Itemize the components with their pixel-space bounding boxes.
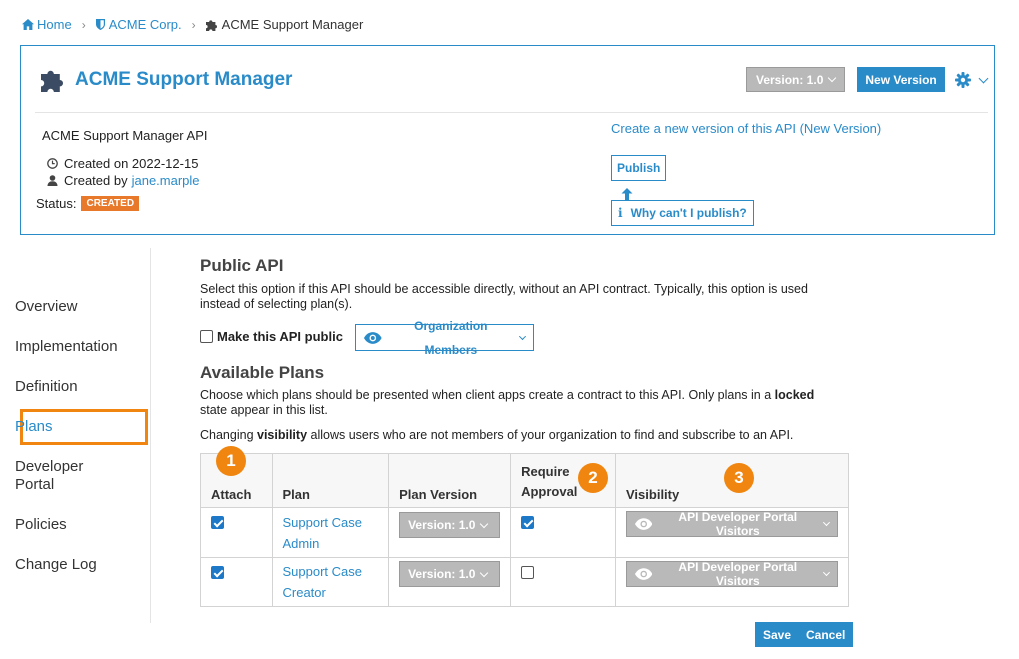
gear-icon bbox=[954, 71, 971, 88]
marker-1: 1 bbox=[216, 446, 246, 476]
shield-icon bbox=[95, 19, 105, 30]
chevron-down-icon bbox=[823, 569, 831, 576]
status-row: Status: CREATED bbox=[36, 196, 140, 211]
settings-dropdown[interactable] bbox=[954, 71, 989, 88]
column-plan-version: Plan Version bbox=[388, 453, 512, 508]
home-link[interactable]: Home bbox=[22, 17, 72, 32]
chevron-down-icon bbox=[480, 568, 489, 577]
eye-icon bbox=[364, 331, 382, 344]
plan-version-dropdown[interactable]: Version: 1.0 bbox=[399, 512, 501, 538]
public-api-description: Select this option if this API should be… bbox=[200, 282, 808, 311]
create-version-link[interactable]: Create a new version of this API (New Ve… bbox=[611, 121, 881, 136]
why-cant-publish-button[interactable]: i Why can't I publish? bbox=[611, 200, 754, 226]
created-on: Created on 2022-12-15 bbox=[47, 156, 198, 171]
sidebar-item-plans[interactable]: Plans bbox=[15, 418, 53, 436]
clock-icon bbox=[47, 158, 58, 169]
user-icon bbox=[47, 175, 58, 186]
org-link[interactable]: ACME Corp. bbox=[95, 17, 182, 32]
plan-link[interactable]: Support Case Admin bbox=[283, 515, 363, 551]
chevron-down-icon bbox=[519, 332, 527, 340]
chevron-down-icon bbox=[480, 519, 489, 528]
require-approval-checkbox[interactable] bbox=[521, 566, 535, 579]
api-description: ACME Support Manager API bbox=[42, 128, 208, 143]
status-badge: CREATED bbox=[81, 196, 140, 211]
arrow-up-icon bbox=[621, 188, 633, 200]
make-public-row: Make this API public bbox=[200, 329, 343, 344]
public-api-section: Public API Select this option if this AP… bbox=[200, 256, 850, 312]
api-header-panel: ACME Support Manager Version: 1.0 New Ve… bbox=[20, 45, 995, 235]
save-button[interactable]: Save bbox=[755, 622, 800, 647]
info-icon: i bbox=[618, 206, 623, 220]
organization-members-dropdown[interactable]: Organization Members bbox=[355, 319, 534, 357]
chevron-right-icon: › bbox=[191, 17, 196, 32]
divider bbox=[35, 112, 988, 113]
attach-checkbox[interactable] bbox=[211, 516, 224, 529]
cancel-button[interactable]: Cancel bbox=[798, 622, 854, 647]
home-icon bbox=[22, 19, 34, 30]
require-approval-checkbox[interactable] bbox=[521, 516, 535, 529]
chevron-down-icon bbox=[823, 519, 831, 526]
plans-description: Choose which plans should be presented w… bbox=[200, 388, 815, 417]
visibility-dropdown[interactable]: API Developer Portal Visitors bbox=[626, 510, 838, 538]
table-row: Support Case Creator Version: 1.0 API Dev… bbox=[200, 557, 849, 607]
sidebar-item-policies[interactable]: Policies bbox=[15, 516, 67, 534]
breadcrumb-current: ACME Support Manager bbox=[205, 17, 363, 32]
chevron-down-icon bbox=[978, 73, 989, 83]
sidebar-item-implementation[interactable]: Implementation bbox=[15, 338, 118, 356]
sidebar-item-developer-portal[interactable]: Developer Portal bbox=[15, 458, 83, 494]
eye-icon bbox=[635, 568, 653, 580]
chevron-right-icon: › bbox=[81, 17, 86, 32]
breadcrumb: Home › ACME Corp. › ACME Support Manager bbox=[22, 17, 363, 32]
table-row: Support Case Admin Version: 1.0 API Devel… bbox=[200, 507, 849, 558]
eye-icon bbox=[635, 518, 653, 530]
publish-button[interactable]: Publish bbox=[611, 155, 667, 181]
sidebar-item-change-log[interactable]: Change Log bbox=[15, 556, 97, 574]
sidebar-item-definition[interactable]: Definition bbox=[15, 378, 78, 396]
marker-3: 3 bbox=[724, 463, 754, 493]
created-by: Created by jane.marple bbox=[47, 173, 200, 188]
plan-link[interactable]: Support Case Creator bbox=[283, 564, 363, 600]
visibility-note: Changing visibility allows users who are… bbox=[200, 428, 794, 442]
version-dropdown[interactable]: Version: 1.0 bbox=[746, 67, 846, 92]
attach-checkbox[interactable] bbox=[211, 566, 224, 579]
sidebar-item-overview[interactable]: Overview bbox=[15, 298, 78, 316]
make-public-checkbox[interactable] bbox=[200, 330, 213, 343]
page-title: ACME Support Manager bbox=[75, 69, 293, 90]
available-plans-heading: Available Plans bbox=[200, 363, 325, 382]
api-title: ACME Support Manager bbox=[41, 68, 292, 92]
public-api-heading: Public API bbox=[200, 256, 284, 275]
puzzle-icon bbox=[205, 19, 217, 31]
marker-2: 2 bbox=[578, 463, 608, 493]
puzzle-icon bbox=[41, 70, 63, 92]
creator-link[interactable]: jane.marple bbox=[132, 173, 200, 188]
plan-version-dropdown[interactable]: Version: 1.0 bbox=[399, 561, 501, 587]
new-version-button[interactable]: New Version bbox=[857, 67, 945, 92]
chevron-down-icon bbox=[828, 73, 837, 83]
visibility-dropdown[interactable]: API Developer Portal Visitors bbox=[626, 560, 838, 588]
column-plan: Plan bbox=[271, 453, 390, 508]
